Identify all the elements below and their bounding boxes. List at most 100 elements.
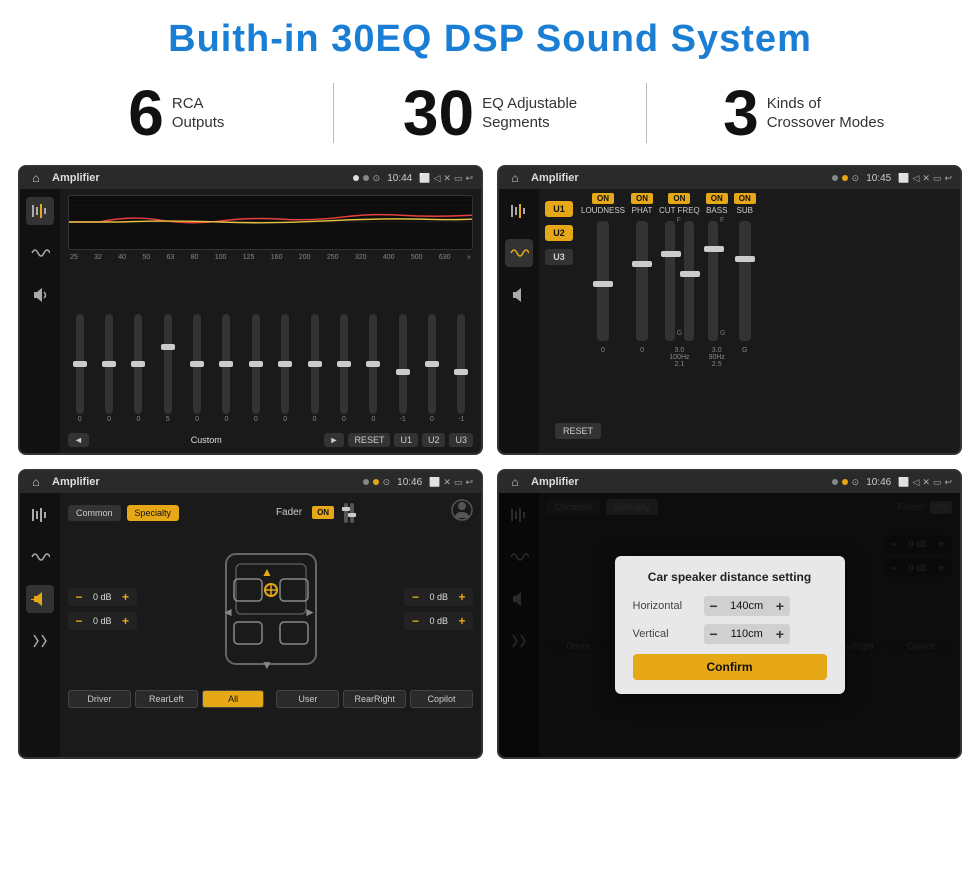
all-btn[interactable]: All xyxy=(202,690,265,708)
u1-button[interactable]: U1 xyxy=(545,201,573,217)
eq-slider-4[interactable]: 0 xyxy=(185,314,208,423)
db-rl-plus[interactable]: + xyxy=(119,614,133,628)
phat-on[interactable]: ON xyxy=(631,193,653,204)
bass-on[interactable]: ON xyxy=(706,193,728,204)
back-icon-4[interactable]: ↩ xyxy=(944,477,952,488)
cutfreq-slider-f[interactable] xyxy=(665,221,675,341)
db-control-rr: − 0 dB + xyxy=(404,612,473,630)
fader-eq-icon[interactable] xyxy=(26,501,54,529)
fader-on-btn[interactable]: ON xyxy=(312,506,334,519)
eq-slider-5[interactable]: 0 xyxy=(215,314,238,423)
db-fl-plus[interactable]: + xyxy=(119,590,133,604)
db-fl-value: 0 dB xyxy=(89,592,116,602)
xover-wave-icon[interactable] xyxy=(505,239,533,267)
db-rr-plus[interactable]: + xyxy=(455,614,469,628)
location-icon-2: ⊙ xyxy=(852,173,860,184)
divider-1 xyxy=(333,83,334,143)
vertical-label: Vertical xyxy=(633,628,698,640)
db-rr-minus[interactable]: − xyxy=(408,614,422,628)
eq-slider-11[interactable]: -1 xyxy=(391,314,414,423)
horizontal-row: Horizontal − 140cm + xyxy=(633,596,827,616)
loudness-slider[interactable] xyxy=(597,221,609,341)
vertical-minus[interactable]: − xyxy=(710,626,718,642)
eq-u3-btn[interactable]: U3 xyxy=(449,433,473,447)
eq-slider-0[interactable]: 0 xyxy=(68,314,91,423)
xover-reset-btn[interactable]: RESET xyxy=(555,423,601,439)
phat-slider[interactable] xyxy=(636,221,648,341)
eq-next-btn[interactable]: ► xyxy=(324,433,345,447)
svg-text:►: ► xyxy=(304,605,316,619)
fader-label: Fader xyxy=(276,507,302,518)
db-rl-minus[interactable]: − xyxy=(72,614,86,628)
status-dot-5 xyxy=(363,479,369,485)
db-fr-plus[interactable]: + xyxy=(455,590,469,604)
xover-content: U1 U2 U3 ON LOUDNESS 0 ON xyxy=(499,189,960,453)
eq-reset-btn[interactable]: RESET xyxy=(348,433,390,447)
db-fr-minus[interactable]: − xyxy=(408,590,422,604)
loudness-on[interactable]: ON xyxy=(592,193,614,204)
cutfreq-channel: ON CUT FREQ F G 3.0 100Hz xyxy=(659,193,700,449)
eq-icon[interactable] xyxy=(26,197,54,225)
home-icon-4[interactable]: ⌂ xyxy=(507,474,523,490)
common-tab[interactable]: Common xyxy=(68,505,121,521)
specialty-tab[interactable]: Specialty xyxy=(127,505,180,521)
eq-main-panel: 25 32 40 50 63 80 100 125 160 200 250 32… xyxy=(60,189,481,453)
user-btn[interactable]: User xyxy=(276,690,339,708)
back-icon-3[interactable]: ↩ xyxy=(465,477,473,488)
status-dot-1 xyxy=(353,175,359,181)
driver-btn[interactable]: Driver xyxy=(68,690,131,708)
eq-u2-btn[interactable]: U2 xyxy=(422,433,446,447)
bass-slider[interactable] xyxy=(708,221,718,341)
status-dot-2 xyxy=(363,175,369,181)
location-icon-4: ⊙ xyxy=(852,477,860,488)
eq-slider-1[interactable]: 0 xyxy=(97,314,120,423)
back-icon[interactable]: ↩ xyxy=(465,173,473,184)
vertical-plus[interactable]: + xyxy=(776,626,784,642)
wave-icon[interactable] xyxy=(26,239,54,267)
cutfreq-slider-g[interactable] xyxy=(684,221,694,341)
rear-left-btn[interactable]: RearLeft xyxy=(135,690,198,708)
camera-icon-4: ⬜ xyxy=(898,477,909,488)
sub-on[interactable]: ON xyxy=(734,193,756,204)
eq-prev-btn[interactable]: ◄ xyxy=(68,433,89,447)
cutfreq-on[interactable]: ON xyxy=(668,193,690,204)
home-icon-2[interactable]: ⌂ xyxy=(507,170,523,186)
speaker-icon[interactable] xyxy=(26,281,54,309)
horizontal-minus[interactable]: − xyxy=(710,598,718,614)
db-control-fr: − 0 dB + xyxy=(404,588,473,606)
home-icon[interactable]: ⌂ xyxy=(28,170,44,186)
eq-slider-3[interactable]: 5 xyxy=(156,314,179,423)
u2-button[interactable]: U2 xyxy=(545,225,573,241)
stat-eq-text: EQ AdjustableSegments xyxy=(482,94,577,133)
eq-slider-10[interactable]: 0 xyxy=(362,314,385,423)
eq-slider-8[interactable]: 0 xyxy=(303,314,326,423)
rear-right-btn[interactable]: RearRight xyxy=(343,690,406,708)
xover-eq-icon[interactable] xyxy=(505,197,533,225)
eq-slider-9[interactable]: 0 xyxy=(332,314,355,423)
back-icon-2[interactable]: ↩ xyxy=(944,173,952,184)
eq-u1-btn[interactable]: U1 xyxy=(394,433,418,447)
u3-button[interactable]: U3 xyxy=(545,249,573,265)
fader-status-icons: ⊙ 10:46 ⬜ ✕ ▭ ↩ xyxy=(383,477,473,488)
fader-wave-icon[interactable] xyxy=(26,543,54,571)
eq-slider-2[interactable]: 0 xyxy=(127,314,150,423)
fader-speaker-icon[interactable] xyxy=(26,585,54,613)
copilot-btn[interactable]: Copilot xyxy=(410,690,473,708)
eq-slider-7[interactable]: 0 xyxy=(274,314,297,423)
home-icon-3[interactable]: ⌂ xyxy=(28,474,44,490)
fader-expand-icon[interactable] xyxy=(26,627,54,655)
confirm-button[interactable]: Confirm xyxy=(633,654,827,680)
close-icon-3: ▭ xyxy=(454,477,463,488)
eq-slider-13[interactable]: -1 xyxy=(450,314,473,423)
db-fl-minus[interactable]: − xyxy=(72,590,86,604)
eq-slider-12[interactable]: 0 xyxy=(420,314,443,423)
dist-status-icons: ⊙ 10:46 ⬜ ◁ ✕ ▭ ↩ xyxy=(852,477,952,488)
status-dot-8 xyxy=(842,479,848,485)
fader-screen: ⌂ Amplifier ⊙ 10:46 ⬜ ✕ ▭ ↩ xyxy=(18,469,483,759)
eq-slider-6[interactable]: 0 xyxy=(244,314,267,423)
svg-text:◄: ◄ xyxy=(222,605,234,619)
sub-slider[interactable] xyxy=(739,221,751,341)
xover-speaker-icon[interactable] xyxy=(505,281,533,309)
fader-user-icon[interactable] xyxy=(451,499,473,526)
horizontal-plus[interactable]: + xyxy=(776,598,784,614)
